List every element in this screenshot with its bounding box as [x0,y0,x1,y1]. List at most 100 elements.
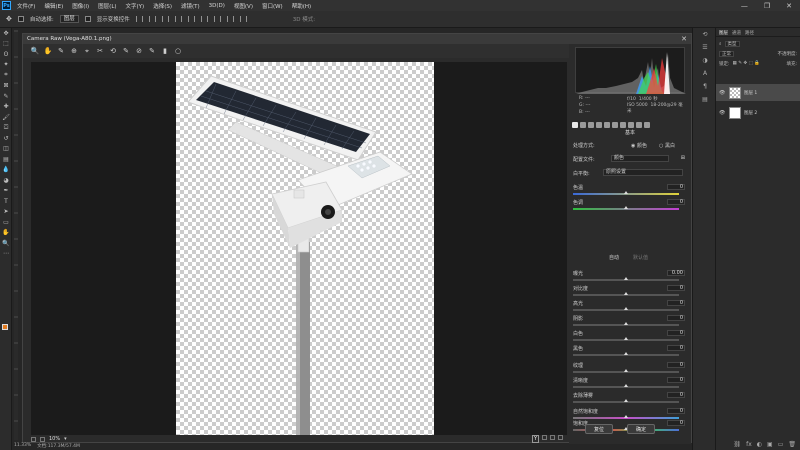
tab-layers[interactable]: 图层 [719,30,728,36]
slider-track[interactable] [573,307,679,311]
align-right-icon[interactable] [161,16,169,22]
menu-image[interactable]: 图像(I) [72,2,89,10]
tab-channels[interactable]: 通道 [732,30,741,36]
restore-button[interactable]: ❐ [764,2,770,10]
tab-tone-curve[interactable] [580,121,586,128]
slider-track[interactable] [573,352,679,356]
layer-style-icon[interactable]: fx [746,441,752,448]
slider-value-field[interactable]: 0 [667,315,685,321]
treatment-bw-radio[interactable]: ○ 黑白 [659,142,675,149]
history-brush-icon[interactable]: ↺ [0,133,12,144]
document-tab-strip[interactable] [14,30,18,440]
tab-paths[interactable]: 路径 [745,30,754,36]
slider-track[interactable] [573,191,679,195]
slider-track[interactable] [573,277,679,281]
history-panel-icon[interactable]: ⟲ [693,28,717,41]
crop-tool-icon[interactable]: ⌗ [0,70,12,81]
copy-settings-icon[interactable] [550,435,555,440]
move-tool-icon[interactable]: ✥ [0,28,12,39]
auto-select-checkbox[interactable] [17,16,24,22]
lasso-tool-icon[interactable]: ʘ [0,49,12,60]
align-middle-icon[interactable] [187,16,195,22]
wb-dropdown[interactable]: 原照设置 [603,169,683,176]
slider-track[interactable] [573,415,679,419]
slider-value-field[interactable]: 0 [667,199,685,205]
tab-detail[interactable] [588,121,594,128]
crop-tool-icon[interactable]: ✂ [96,47,104,55]
menu-select[interactable]: 选择(S) [153,2,172,10]
swap-view-icon[interactable] [542,435,547,440]
paragraph-panel-icon[interactable]: ¶ [693,80,717,93]
slider-thumb[interactable] [624,206,628,209]
tab-hsl[interactable] [596,121,602,128]
red-eye-tool-icon[interactable]: ⊘ [135,47,143,55]
slider-thumb[interactable] [624,415,628,418]
pen-tool-icon[interactable]: ✒ [0,186,12,197]
menu-3d[interactable]: 3D(D) [209,3,225,9]
align-left-icon[interactable] [135,16,143,22]
white-balance-tool-icon[interactable]: ✎ [57,47,65,55]
quick-select-tool-icon[interactable]: ✦ [0,60,12,71]
hand-tool-icon[interactable]: ✋ [0,228,12,239]
slider-value-field[interactable]: 0 [667,285,685,291]
adjustments-panel-icon[interactable]: ◑ [693,54,717,67]
slider-track[interactable] [573,399,679,403]
zoom-in-icon[interactable] [40,436,45,442]
slider-value-field[interactable]: 0 [667,300,685,306]
distribute-h-icon[interactable] [226,16,234,22]
tab-split-toning[interactable] [604,121,610,128]
slider-value-field[interactable]: 0 [667,184,685,190]
path-select-icon[interactable]: ➤ [0,207,12,218]
blend-mode-dropdown[interactable]: 正常 [719,50,734,57]
tab-effects[interactable] [620,121,626,128]
marquee-tool-icon[interactable]: ⬚ [0,39,12,50]
delete-layer-icon[interactable]: 🗑 [788,441,796,448]
slider-thumb[interactable] [624,277,628,280]
slider-track[interactable] [573,206,679,210]
link-layers-icon[interactable]: ⛓ [733,441,741,448]
align-center-icon[interactable] [148,16,156,22]
auto-select-dropdown[interactable]: 图层 [59,15,79,23]
adjustment-brush-icon[interactable]: ✎ [148,47,156,55]
auto-button[interactable]: 自动 [609,254,619,261]
dialog-close-icon[interactable]: ✕ [681,35,687,43]
more-tools-icon[interactable]: ⋯ [0,249,12,260]
slider-thumb[interactable] [624,337,628,340]
tab-lens[interactable] [612,121,618,128]
zoom-out-icon[interactable] [31,436,36,442]
slider-thumb[interactable] [624,369,628,372]
distribute-v-icon[interactable] [239,16,247,22]
targeted-adjust-tool-icon[interactable]: ⌖ [83,47,91,55]
lock-icons[interactable]: ▦ ✎ ✥ ⬚ 🔒 [733,61,760,66]
profile-dropdown[interactable]: 颜色 [611,155,669,162]
ok-button[interactable]: 确定 [627,424,655,434]
straighten-tool-icon[interactable]: ⟲ [109,47,117,55]
move-tool-icon[interactable]: ✥ [6,15,12,23]
blur-tool-icon[interactable]: 💧 [0,165,12,176]
color-sampler-tool-icon[interactable]: ⊕ [70,47,78,55]
menu-file[interactable]: 文件(F) [17,2,35,10]
zoom-tool-icon[interactable]: 🔍 [0,238,12,249]
tab-basic[interactable] [572,121,578,128]
slider-thumb[interactable] [624,352,628,355]
slider-value-field[interactable]: 0 [667,392,685,398]
menu-window[interactable]: 窗口(W) [262,2,283,10]
toggle-defaults-icon[interactable] [558,435,563,440]
eraser-tool-icon[interactable]: ◫ [0,144,12,155]
slider-thumb[interactable] [624,384,628,387]
healing-tool-icon[interactable]: ✚ [0,102,12,113]
tab-presets[interactable] [636,121,642,128]
adjustment-layer-icon[interactable]: ◐ [757,441,762,448]
slider-value-field[interactable]: 0 [667,408,685,414]
treatment-color-radio[interactable]: ◉ 颜色 [631,142,647,149]
camera-raw-titlebar[interactable]: Camera Raw (Vega-A80.1.png) ✕ [23,34,691,44]
slider-value-field[interactable]: 0 [667,345,685,351]
menu-view[interactable]: 视图(V) [234,2,253,10]
brush-tool-icon[interactable]: 🖌 [0,112,12,123]
slider-track[interactable] [573,337,679,341]
menu-type[interactable]: 文字(Y) [126,2,145,10]
foreground-color-swatch[interactable] [2,324,8,330]
align-top-icon[interactable] [174,16,182,22]
default-button[interactable]: 默认值 [633,254,648,261]
dodge-tool-icon[interactable]: ◕ [0,175,12,186]
